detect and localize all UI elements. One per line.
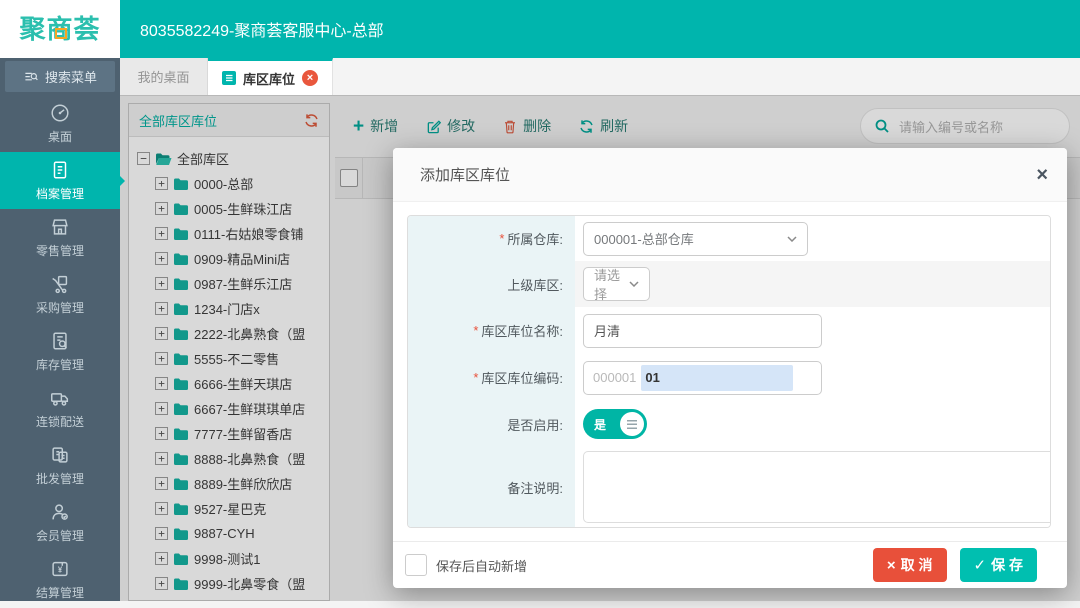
app-logo: 聚商荟 xyxy=(0,0,120,58)
code-field: 00000101 xyxy=(575,354,1050,401)
dashboard-icon xyxy=(49,102,71,124)
name-label: *库区库位名称: xyxy=(408,307,575,354)
form-row-name: *库区库位名称:月清 xyxy=(408,307,1050,354)
dialog-header: 添加库区库位 × xyxy=(393,148,1067,202)
toggle-knob xyxy=(620,412,644,436)
parent-field: 请选择 xyxy=(575,261,1050,307)
warehouse-select[interactable]: 000001-总部仓库 xyxy=(583,222,808,256)
sidebar-item-desktop[interactable]: 桌面 xyxy=(0,95,120,152)
code-prefix: 000001 xyxy=(584,370,641,385)
code-label: *库区库位编码: xyxy=(408,354,575,401)
auto-add-label: 保存后自动新增 xyxy=(436,556,527,575)
search-menu-label: 搜索菜单 xyxy=(45,67,97,86)
tab-bar: 我的桌面 库区库位 × xyxy=(120,58,1080,96)
tab-label: 我的桌面 xyxy=(137,67,189,86)
parent-label: 上级库区: xyxy=(408,261,575,307)
warehouse-field: 000001-总部仓库 xyxy=(575,216,1050,261)
content-region: 全部库区库位 −全部库区+0000-总部+0005-生鲜珠江店+0111-右姑娘… xyxy=(120,95,1080,601)
save-button[interactable]: ✓ 保 存 xyxy=(960,548,1037,582)
parent-select[interactable]: 请选择 xyxy=(583,267,650,301)
form-row-remark: 备注说明: xyxy=(408,447,1050,527)
sidebar-nav: 搜索菜单 桌面档案管理零售管理采购管理库存管理连锁配送批发管理会员管理 ¥ 结算管理 xyxy=(0,58,120,601)
required-asterisk: * xyxy=(499,231,504,246)
app-logo-text: 聚商荟 xyxy=(19,16,100,42)
save-check-icon: ✓ xyxy=(974,558,987,573)
sidebar-nav-items: 桌面档案管理零售管理采购管理库存管理连锁配送批发管理会员管理 ¥ 结算管理 xyxy=(0,95,120,608)
sidebar-item-retail[interactable]: 零售管理 xyxy=(0,209,120,266)
sidebar-item-label: 连锁配送 xyxy=(36,413,84,430)
sidebar-item-archives[interactable]: 档案管理 xyxy=(0,152,120,209)
enabled-field: 是 xyxy=(575,401,1050,447)
dialog-footer: 保存后自动新增 × 取 消 ✓ 保 存 xyxy=(393,541,1067,588)
sidebar-item-wholesale[interactable]: 批发管理 xyxy=(0,437,120,494)
top-header-bar: 聚商荟 8035582249-聚商荟客服中心-总部 xyxy=(0,0,1080,58)
cancel-button-label: 取 消 xyxy=(901,555,933,575)
form-row-code: *库区库位编码:00000101 xyxy=(408,354,1050,401)
sidebar-item-member[interactable]: 会员管理 xyxy=(0,494,120,551)
chevron-down-icon xyxy=(787,236,797,242)
cart-icon xyxy=(49,273,71,295)
name-input[interactable]: 月清 xyxy=(583,314,822,348)
tab-close-icon[interactable]: × xyxy=(302,70,318,86)
warehouse-label: *所属仓库: xyxy=(408,216,575,261)
form-row-enabled: 是否启用: 是 xyxy=(408,401,1050,447)
sidebar-item-label: 零售管理 xyxy=(36,242,84,259)
sidebar-item-label: 库存管理 xyxy=(36,356,84,373)
remark-field xyxy=(575,447,1051,527)
wholesale-icon xyxy=(49,444,71,466)
archive-icon xyxy=(49,159,71,181)
enabled-label: 是否启用: xyxy=(408,401,575,447)
form-row-parent: 上级库区:请选择 xyxy=(408,261,1050,307)
dialog-form: *所属仓库:000001-总部仓库上级库区:请选择*库区库位名称:月清*库区库位… xyxy=(407,215,1051,528)
svg-text:¥: ¥ xyxy=(58,565,63,574)
sidebar-item-label: 桌面 xyxy=(48,128,72,145)
remark-label: 备注说明: xyxy=(408,447,575,527)
sidebar-search-menu-button[interactable]: 搜索菜单 xyxy=(5,61,115,92)
store-icon xyxy=(49,216,71,238)
chevron-down-icon xyxy=(629,281,639,287)
logo-orange-accent xyxy=(55,28,67,39)
settle-icon: ¥ xyxy=(49,558,71,580)
sidebar-item-distribution[interactable]: 连锁配送 xyxy=(0,380,120,437)
save-button-label: 保 存 xyxy=(991,555,1023,575)
cancel-x-icon: × xyxy=(887,558,896,573)
close-icon[interactable]: × xyxy=(1036,165,1048,185)
code-editable-segment[interactable]: 01 xyxy=(641,365,793,391)
sidebar-item-label: 档案管理 xyxy=(36,185,84,202)
sidebar-item-inventory[interactable]: 库存管理 xyxy=(0,323,120,380)
search-menu-icon xyxy=(23,69,39,85)
inventory-icon xyxy=(49,330,71,352)
sidebar-item-label: 采购管理 xyxy=(36,299,84,316)
tab-my-desktop[interactable]: 我的桌面 xyxy=(120,58,208,95)
tab-storage-locations[interactable]: 库区库位 × xyxy=(208,58,333,95)
sidebar-item-label: 结算管理 xyxy=(36,584,84,601)
form-row-warehouse: *所属仓库:000001-总部仓库 xyxy=(408,216,1050,261)
cancel-button[interactable]: × 取 消 xyxy=(873,548,947,582)
sidebar-item-purchase[interactable]: 采购管理 xyxy=(0,266,120,323)
required-asterisk: * xyxy=(473,370,478,385)
code-input[interactable]: 00000101 xyxy=(583,361,822,395)
remark-textarea[interactable] xyxy=(583,451,1051,523)
sidebar-item-settlement[interactable]: ¥ 结算管理 xyxy=(0,551,120,608)
main-region: 我的桌面 库区库位 × 全部库区库位 −全部库区+0000-总部+0005-生鲜… xyxy=(120,58,1080,601)
grid-list-icon xyxy=(222,71,236,85)
add-location-dialog: 添加库区库位 × *所属仓库:000001-总部仓库上级库区:请选择*库区库位名… xyxy=(393,148,1067,588)
auto-add-checkbox[interactable] xyxy=(405,554,427,576)
account-title: 8035582249-聚商荟客服中心-总部 xyxy=(140,0,384,58)
name-field: 月清 xyxy=(575,307,1050,354)
sidebar-item-label: 会员管理 xyxy=(36,527,84,544)
dialog-title: 添加库区库位 xyxy=(420,164,510,185)
enabled-toggle[interactable]: 是 xyxy=(583,409,647,439)
member-icon xyxy=(49,501,71,523)
sidebar-item-label: 批发管理 xyxy=(36,470,84,487)
required-asterisk: * xyxy=(473,323,478,338)
tab-label: 库区库位 xyxy=(243,69,295,88)
truck-icon xyxy=(49,387,71,409)
